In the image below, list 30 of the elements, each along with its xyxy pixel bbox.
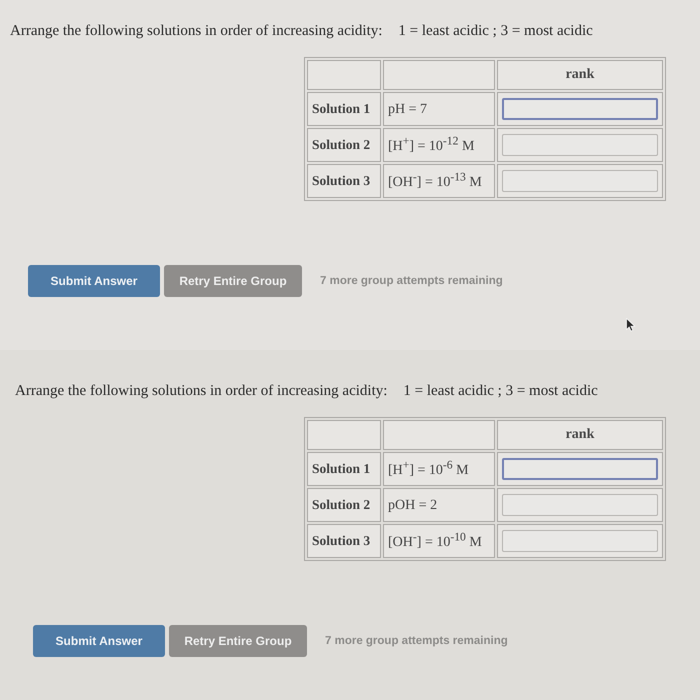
solution-label: Solution 1: [312, 101, 370, 116]
solution-label: Solution 2: [312, 137, 370, 152]
solution-condition: [OH$^{-}$] = 10$^{-13}$ M: [388, 175, 482, 190]
rank-input-field[interactable]: [502, 134, 658, 156]
retry-group-button[interactable]: Retry Entire Group: [169, 625, 307, 657]
solution-condition: [H$^{+}$] = 10$^{-6}$ M: [388, 463, 469, 478]
solution-label: Solution 2: [312, 497, 370, 512]
solution-condition: [H$^{+}$] = 10$^{-12}$ M: [388, 139, 474, 154]
solution-condition: pH = 7: [388, 102, 428, 117]
column-header: rank: [564, 67, 596, 83]
retry-group-button[interactable]: Retry Entire Group: [164, 265, 302, 297]
submit-answer-button[interactable]: Submit Answer: [33, 625, 165, 657]
solution-label: Solution 1: [312, 461, 370, 476]
solution-condition: pOH = 2: [388, 498, 438, 513]
instruction-text: Arrange the following solutions in order of increasing acidity:: [10, 22, 382, 40]
solution-label: Solution 3: [312, 173, 370, 188]
rank-input-field[interactable]: [502, 494, 658, 516]
solution-condition: [OH$^{-}$] = 10$^{-10}$ M: [388, 535, 482, 550]
acidity-scale-text: 1 = least acidic ; 3 = most acidic: [398, 22, 593, 40]
rank-input-field[interactable]: [502, 170, 658, 192]
acidity-scale-text: 1 = least acidic ; 3 = most acidic: [403, 382, 598, 400]
solution-label: Solution 3: [312, 533, 370, 548]
attempts-remaining-text: 7 more group attempts remaining: [325, 635, 508, 647]
column-header: rank: [564, 427, 596, 443]
submit-answer-button[interactable]: Submit Answer: [28, 265, 160, 297]
instruction-text: Arrange the following solutions in order of increasing acidity:: [15, 382, 388, 400]
rank-input-field[interactable]: [502, 458, 658, 480]
attempts-remaining-text: 7 more group attempts remaining: [320, 275, 503, 287]
rank-input-field[interactable]: [502, 530, 658, 552]
rank-input-field[interactable]: [502, 98, 658, 120]
